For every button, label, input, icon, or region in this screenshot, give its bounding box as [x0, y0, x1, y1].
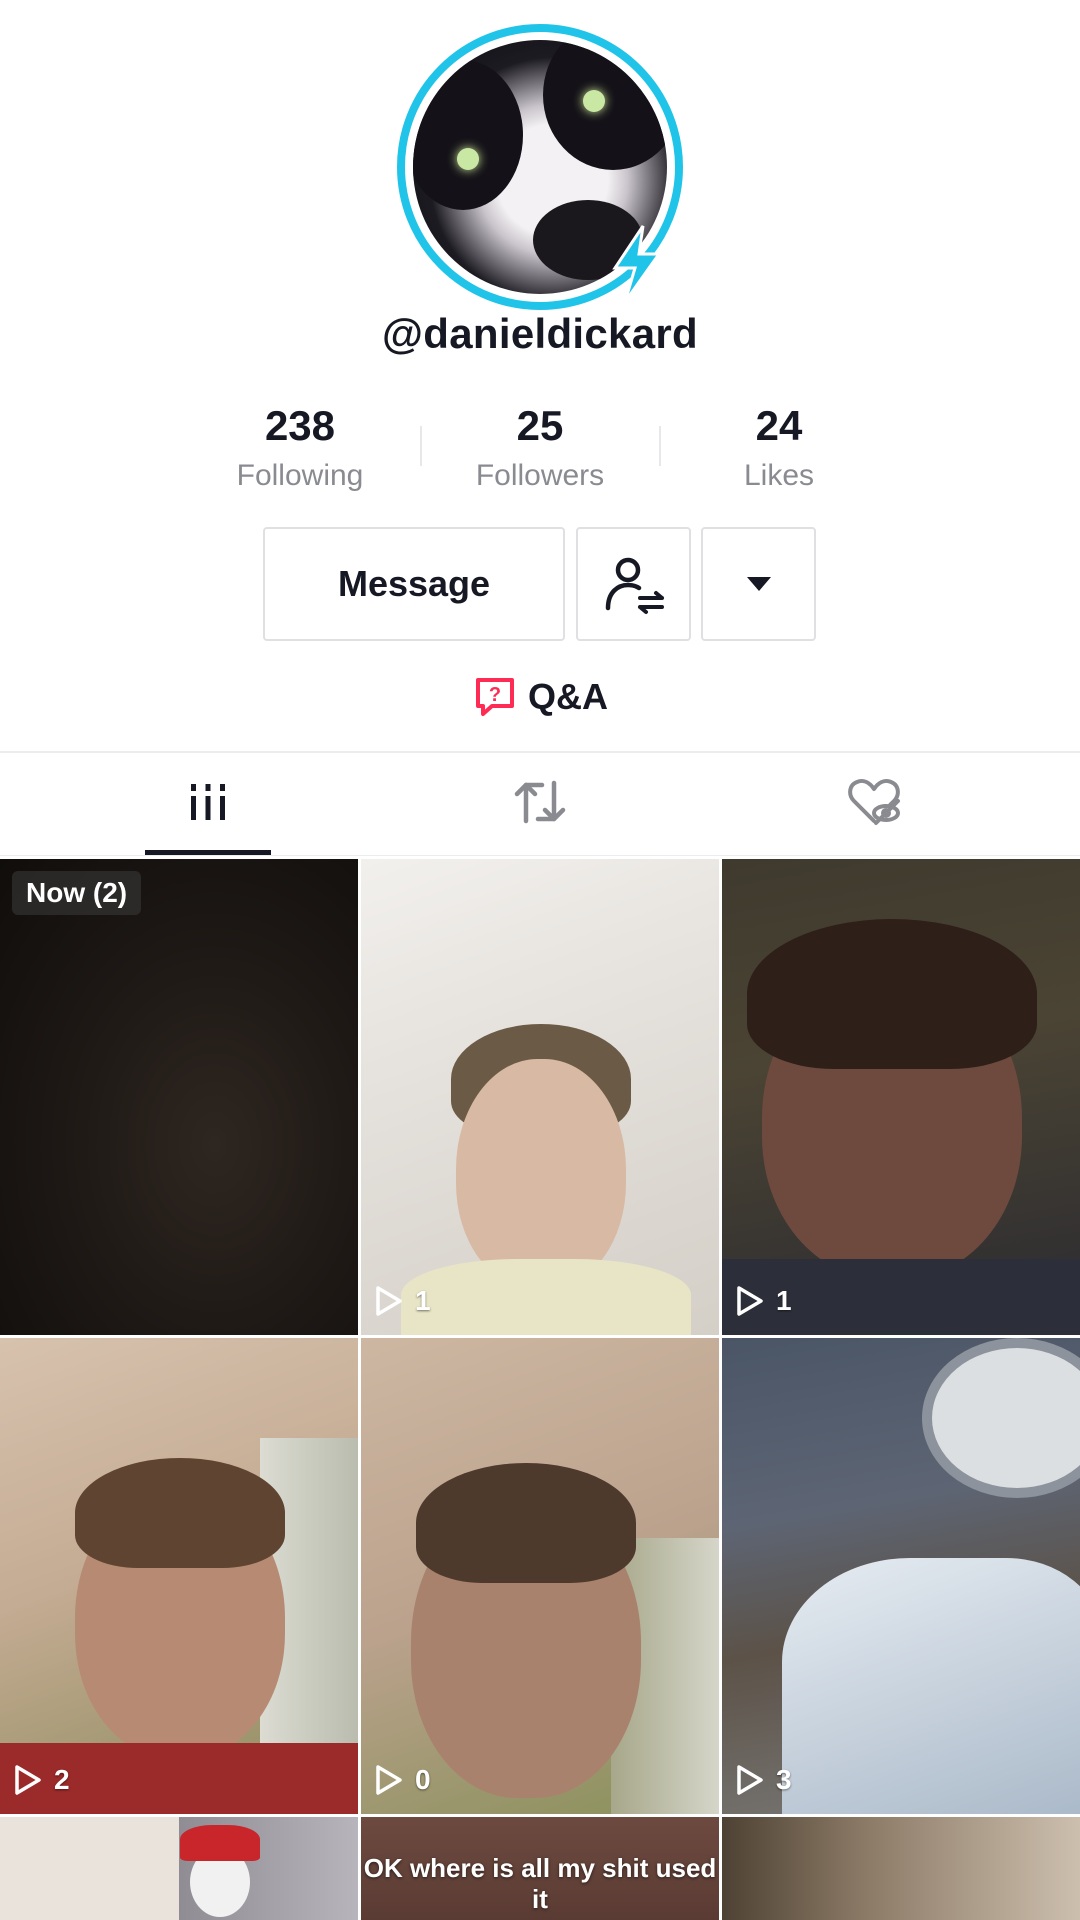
follow-toggle-button[interactable]: [576, 527, 691, 641]
tab-reposts[interactable]: [490, 770, 590, 834]
followers-count: 25: [516, 402, 564, 449]
now-badge: Now (2): [12, 871, 142, 915]
stat-divider: [659, 426, 661, 466]
likes-label: Likes: [743, 459, 815, 492]
stat-divider: [420, 426, 422, 466]
hidden-heart-icon: [848, 778, 900, 825]
view-count-value: 0: [415, 1764, 431, 1795]
video-tile[interactable]: 1: [361, 859, 719, 1335]
likes-count: 24: [755, 402, 803, 449]
video-caption: OK where is all my shit used it: [363, 1853, 717, 1914]
divider: [0, 855, 1080, 856]
caret-down-icon: [746, 577, 771, 591]
video-tile[interactable]: [722, 1817, 1080, 1920]
play-icon: [376, 1765, 402, 1795]
followers-label: Followers: [475, 459, 605, 492]
username: @danieldickard: [382, 310, 698, 357]
video-tile[interactable]: [0, 1817, 358, 1920]
play-icon: [737, 1765, 763, 1795]
following-count: 238: [264, 402, 336, 449]
tab-videos[interactable]: [158, 770, 258, 834]
play-icon: [737, 1286, 763, 1316]
message-button[interactable]: Message: [263, 527, 565, 641]
more-options-button[interactable]: [701, 527, 816, 641]
stat-followers[interactable]: 25 Followers: [430, 398, 650, 496]
view-count-value: 2: [54, 1764, 70, 1795]
play-icon: [376, 1286, 402, 1316]
profile-avatar[interactable]: [397, 24, 683, 310]
view-count-value: 1: [415, 1285, 431, 1316]
stat-following[interactable]: 238 Following: [190, 398, 410, 496]
view-count: 1: [375, 1285, 431, 1317]
stats-row: 238 Following 25 Followers 24 Likes: [190, 398, 890, 498]
qa-link[interactable]: ? Q&A: [474, 672, 608, 722]
lightning-badge-icon: [612, 225, 662, 303]
view-count: 2: [14, 1764, 70, 1796]
video-tile[interactable]: 1: [722, 859, 1080, 1335]
video-tile[interactable]: 2: [0, 1338, 358, 1814]
svg-text:?: ?: [489, 684, 501, 706]
view-count-value: 3: [776, 1764, 792, 1795]
tab-liked[interactable]: [824, 770, 924, 834]
video-tile[interactable]: OK where is all my shit used it: [361, 1817, 719, 1920]
view-count: 3: [736, 1764, 792, 1796]
view-count-value: 1: [776, 1285, 792, 1316]
divider: [0, 751, 1080, 753]
following-label: Following: [236, 459, 364, 492]
stat-likes[interactable]: 24 Likes: [669, 398, 889, 496]
grid-icon: [191, 784, 225, 820]
video-tile[interactable]: 0: [361, 1338, 719, 1814]
repost-icon: [514, 780, 566, 824]
view-count: 1: [736, 1285, 792, 1317]
video-tile[interactable]: Now (2): [0, 859, 358, 1335]
video-tile[interactable]: 3: [722, 1338, 1080, 1814]
question-bubble-icon: ?: [476, 678, 514, 716]
view-count: 0: [375, 1764, 431, 1796]
qa-label: Q&A: [528, 676, 608, 717]
play-icon: [15, 1765, 41, 1795]
person-swap-icon: [605, 557, 664, 614]
